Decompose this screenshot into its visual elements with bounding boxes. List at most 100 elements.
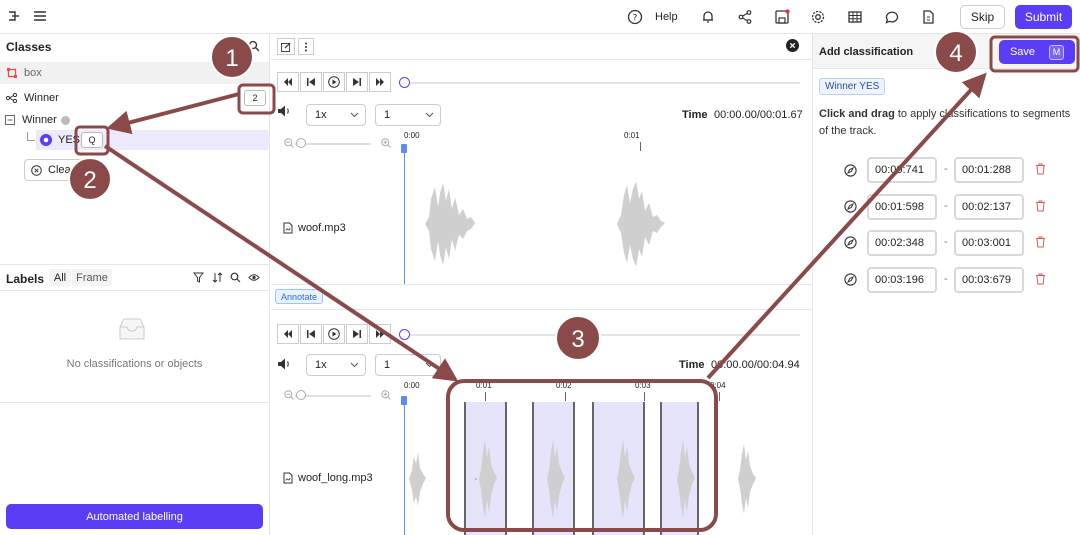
help-label[interactable]: Help (655, 11, 678, 23)
previous-button[interactable] (300, 324, 322, 344)
playhead-handle[interactable] (401, 144, 407, 153)
previous-button[interactable] (300, 72, 322, 92)
clear-label: Clear (48, 164, 75, 176)
trash-icon[interactable] (1035, 236, 1046, 248)
close-icon[interactable] (786, 39, 799, 52)
trash-icon[interactable] (1035, 163, 1046, 175)
segment-start-input[interactable]: 00:03:196 (867, 267, 937, 293)
class-item-label: Winner (24, 92, 59, 104)
collapse-icon[interactable] (5, 115, 15, 125)
segment-end-input[interactable]: 00:02:137 (954, 194, 1024, 220)
zoom-slider-handle[interactable] (296, 390, 306, 400)
segment-start-input[interactable]: 00:00:741 (867, 157, 937, 183)
save-version-icon[interactable] (774, 9, 792, 27)
option-item-yes[interactable]: YES (36, 130, 269, 150)
exit-icon[interactable] (6, 9, 24, 27)
class-item-box[interactable]: box (0, 62, 269, 84)
volume-icon[interactable] (277, 357, 293, 371)
info-icon (60, 115, 70, 125)
filter-icon[interactable] (193, 272, 204, 283)
progress-handle[interactable] (399, 329, 410, 340)
clear-icon (31, 164, 42, 176)
search-icon[interactable] (230, 272, 241, 283)
volume-icon[interactable] (277, 104, 293, 118)
zoom-slider-handle[interactable] (296, 138, 306, 148)
segment-separator: - (944, 273, 948, 285)
segment-end-input[interactable]: 00:01:288 (954, 157, 1024, 183)
more-vertical-icon[interactable] (298, 38, 314, 55)
channel-select[interactable]: 1 (375, 104, 441, 126)
annotate-badge[interactable]: Annotate (275, 289, 324, 304)
trash-icon[interactable] (1035, 200, 1046, 212)
tab-all[interactable]: All (49, 269, 71, 286)
empty-inbox-icon (116, 317, 148, 341)
next-button[interactable] (346, 324, 368, 344)
bell-icon[interactable] (700, 9, 718, 27)
progress-track[interactable] (404, 82, 800, 84)
left-panel: Classes box Winner 2 Winner YES Q Clear … (0, 34, 270, 535)
compass-icon[interactable] (844, 200, 857, 213)
zoom-slider[interactable] (295, 143, 371, 145)
radio-selected-icon[interactable] (40, 134, 52, 146)
skip-start-button[interactable] (277, 324, 299, 344)
classification-group-winner[interactable]: Winner (0, 110, 269, 130)
speed-value: 1x (315, 359, 327, 371)
edit-icon[interactable] (277, 38, 295, 55)
play-button[interactable] (323, 72, 345, 92)
progress-track[interactable] (404, 334, 800, 336)
tab-frame[interactable]: Frame (72, 269, 112, 286)
menu-icon[interactable] (33, 9, 51, 27)
eye-icon[interactable] (248, 272, 260, 283)
skip-end-button[interactable] (369, 324, 391, 344)
channel-select[interactable]: 1 (375, 354, 441, 376)
speed-select[interactable]: 1x (306, 104, 366, 126)
class-item-label: box (24, 67, 42, 79)
compass-icon[interactable] (844, 164, 857, 177)
sort-icon[interactable] (212, 272, 223, 283)
zoom-in-icon[interactable] (381, 390, 391, 400)
group-label: Winner (22, 114, 57, 126)
search-icon[interactable] (248, 40, 260, 52)
save-button[interactable]: Save M (999, 40, 1075, 64)
classification-tree-icon (6, 93, 17, 103)
segment-end-input[interactable]: 00:03:679 (954, 267, 1024, 293)
next-button[interactable] (346, 72, 368, 92)
segment-start-input[interactable]: 00:01:598 (867, 194, 937, 220)
file-name: woof_long.mp3 (298, 472, 373, 484)
skip-start-button[interactable] (277, 72, 299, 92)
time-value: 00:00.00/00:01.67 (714, 109, 803, 121)
speed-select[interactable]: 1x (306, 354, 366, 376)
time-label: Time (679, 359, 705, 371)
table-icon[interactable] (847, 9, 865, 27)
compass-icon[interactable] (844, 236, 857, 249)
play-button[interactable] (323, 324, 345, 344)
hotkey-badge: M (1049, 44, 1065, 60)
save-label: Save (1009, 46, 1036, 58)
share-icon[interactable] (737, 9, 755, 27)
help-icon[interactable]: ? (627, 9, 645, 27)
waveform-woof[interactable] (405, 179, 805, 269)
compass-icon[interactable] (844, 273, 857, 286)
submit-button[interactable]: Submit (1015, 5, 1072, 29)
playhead-handle[interactable] (401, 396, 407, 405)
skip-button[interactable]: Skip (960, 5, 1005, 29)
progress-handle[interactable] (399, 77, 410, 88)
class-item-winner[interactable]: Winner (0, 88, 269, 108)
clear-button[interactable]: Clear (24, 159, 102, 181)
segment-start-input[interactable]: 00:02:348 (867, 230, 937, 256)
automated-labelling-button[interactable]: Automated labelling (6, 504, 263, 529)
zoom-out-icon[interactable] (284, 138, 294, 148)
divider (271, 59, 812, 60)
trash-icon[interactable] (1035, 273, 1046, 285)
tree-connector (27, 132, 35, 141)
document-icon[interactable] (920, 9, 938, 27)
timeline-tick (644, 392, 645, 401)
segment-end-input[interactable]: 00:03:001 (954, 230, 1024, 256)
skip-end-button[interactable] (369, 72, 391, 92)
comment-icon[interactable] (884, 9, 902, 27)
gear-icon[interactable] (810, 9, 828, 27)
zoom-slider[interactable] (295, 395, 371, 397)
zoom-in-icon[interactable] (381, 138, 391, 148)
zoom-out-icon[interactable] (284, 390, 294, 400)
waveform-woof-long[interactable] (405, 434, 805, 524)
